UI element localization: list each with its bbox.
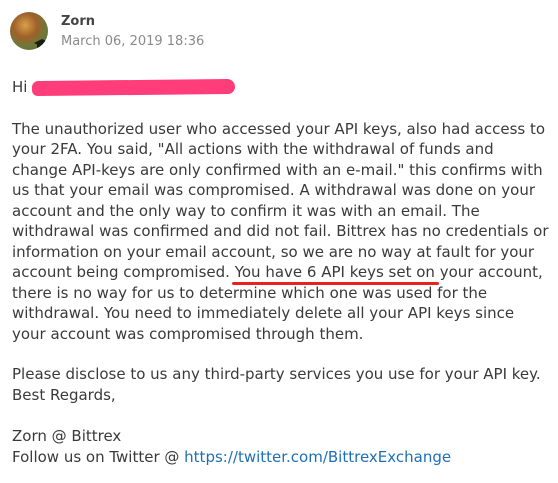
redacted-name bbox=[31, 78, 236, 97]
signature-line: Zorn @ Bittrex bbox=[12, 427, 122, 445]
graduation-cap-icon bbox=[34, 39, 48, 50]
greeting-text: Hi bbox=[12, 78, 28, 96]
message-paragraph: The unauthorized user who accessed your … bbox=[12, 119, 552, 345]
greeting-line: Hi bbox=[12, 77, 552, 98]
highlighted-text: You have 6 API keys set on bbox=[231, 262, 439, 285]
closing-line: Best Regards, bbox=[12, 385, 116, 404]
message-body: Hi The unauthorized user who accessed yo… bbox=[12, 77, 552, 467]
paragraph-text: The unauthorized user who accessed your … bbox=[12, 119, 549, 282]
twitter-prefix: Follow us on Twitter @ bbox=[12, 447, 185, 466]
twitter-line: Follow us on Twitter @ https://twitter.c… bbox=[12, 447, 552, 468]
avatar[interactable] bbox=[10, 12, 48, 50]
message-header: Zorn March 06, 2019 18:36 bbox=[10, 10, 550, 54]
disclosure-request: Please disclose to us any third-party se… bbox=[12, 365, 541, 383]
twitter-link[interactable]: https://twitter.com/BittrexExchange bbox=[184, 448, 451, 466]
red-underline bbox=[231, 281, 439, 285]
author-name[interactable]: Zorn bbox=[61, 14, 95, 29]
message-timestamp: March 06, 2019 18:36 bbox=[61, 34, 205, 49]
highlighted-label: You have 6 API keys set on bbox=[234, 263, 435, 281]
